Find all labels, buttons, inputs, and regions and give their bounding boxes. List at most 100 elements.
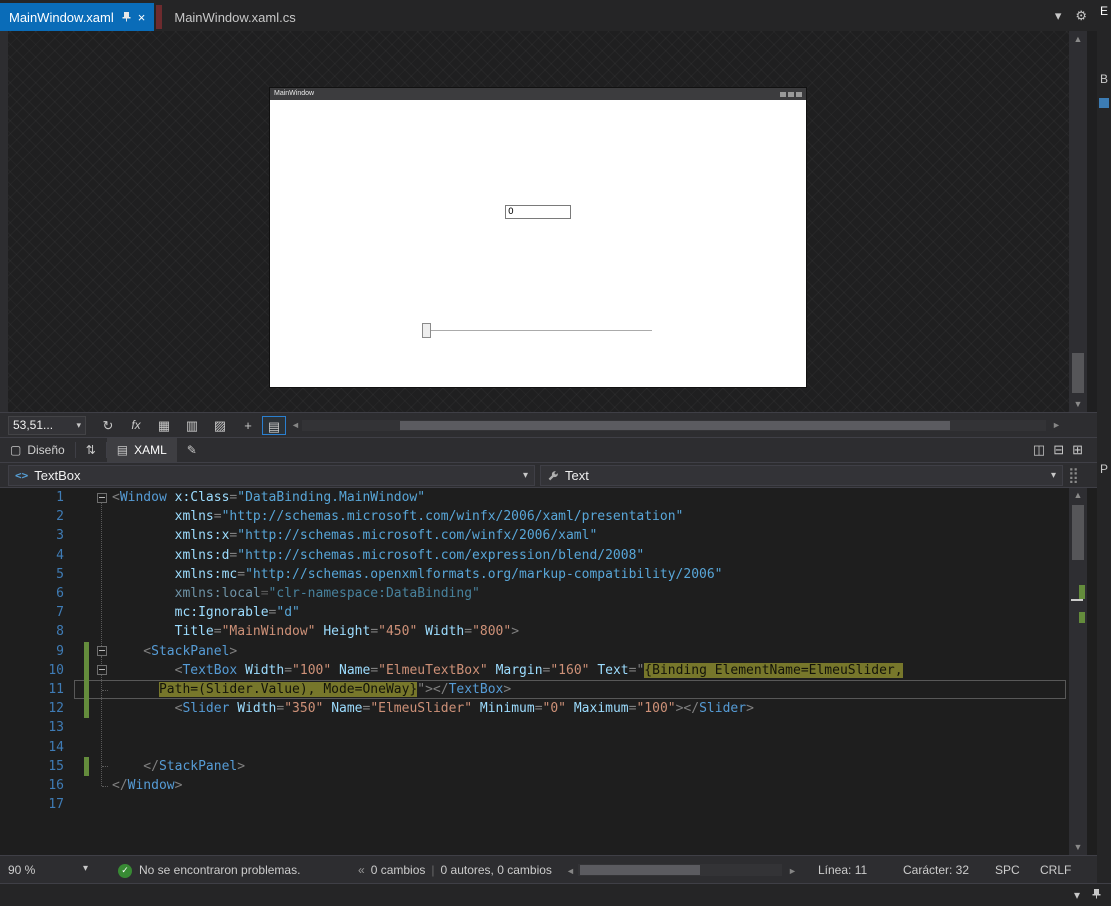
tab-accent-bar bbox=[156, 5, 162, 29]
fold-toggle[interactable] bbox=[97, 665, 107, 675]
line-number: 2 bbox=[0, 507, 64, 526]
designer-zoom-combo[interactable]: 53,51... ▾ bbox=[8, 416, 86, 435]
right-tab-icon[interactable] bbox=[1099, 98, 1109, 108]
tab-mainwindow-xaml-cs[interactable]: MainWindow.xaml.cs bbox=[165, 3, 304, 31]
line-number: 12 bbox=[0, 699, 64, 718]
popout-xaml-button[interactable]: ✎ bbox=[177, 438, 207, 463]
line-ending-status[interactable]: CRLF bbox=[1040, 863, 1071, 877]
code-line[interactable]: <Slider Width="350" Name="ElmeuSlider" M… bbox=[112, 699, 754, 718]
snap-grid-icon[interactable]: ▥ bbox=[180, 416, 204, 435]
element-dropdown[interactable]: <> TextBox ▾ bbox=[8, 465, 535, 486]
code-line[interactable]: xmlns:mc="http://schemas.openxmlformats.… bbox=[112, 565, 723, 584]
property-dropdown[interactable]: Text ▾ bbox=[540, 465, 1063, 486]
xaml-sync-toggle-icon[interactable]: ▤ bbox=[262, 416, 286, 435]
tab-list-dropdown-icon[interactable]: ▾ bbox=[1055, 8, 1062, 24]
authors-count: 0 autores, 0 cambios bbox=[441, 863, 552, 877]
spaces-mode-status[interactable]: SPC bbox=[995, 863, 1020, 877]
code-line[interactable]: xmlns="http://schemas.microsoft.com/winf… bbox=[112, 507, 683, 526]
chevron-down-icon[interactable]: ▾ bbox=[1074, 888, 1080, 902]
editor-vertical-scrollbar[interactable]: ▲ ▼ bbox=[1069, 488, 1087, 855]
tab-label: MainWindow.xaml bbox=[9, 10, 114, 25]
pin-icon[interactable] bbox=[122, 10, 131, 25]
scroll-up-icon[interactable]: ▲ bbox=[1069, 31, 1087, 47]
code-line[interactable]: </StackPanel> bbox=[112, 757, 245, 776]
expand-pane-icon[interactable]: ⊞ bbox=[1072, 442, 1083, 458]
editor-scroll-thumb[interactable] bbox=[1072, 505, 1084, 560]
wpf-window-preview[interactable]: MainWindow 0 bbox=[270, 88, 806, 387]
line-number: 10 bbox=[0, 661, 64, 680]
editor-horizontal-scrollbar[interactable] bbox=[578, 864, 782, 876]
vertical-split-icon[interactable]: ◫ bbox=[1033, 442, 1045, 458]
line-number: 14 bbox=[0, 738, 64, 757]
designer-hscroll-thumb[interactable] bbox=[400, 421, 950, 430]
scroll-down-icon[interactable]: ▼ bbox=[1069, 396, 1087, 412]
xaml-editor[interactable]: 1234567891011121314151617 <Window x:Clas… bbox=[0, 488, 1097, 855]
caret-line-status: Línea: 11 bbox=[818, 863, 867, 877]
effects-toggle-icon[interactable]: fx bbox=[124, 416, 148, 435]
swap-panes-button[interactable]: ⇅ bbox=[76, 438, 106, 463]
line-number: 15 bbox=[0, 757, 64, 776]
line-number: 11 bbox=[0, 680, 64, 699]
snapping-toggle-icon[interactable]: + bbox=[236, 416, 260, 435]
code-line[interactable]: <TextBox Width="100" Name="ElmeuTextBox"… bbox=[112, 661, 903, 680]
gear-icon[interactable]: ⚙ bbox=[1075, 8, 1087, 24]
designer-vertical-scrollbar[interactable]: ▲ ▼ bbox=[1069, 31, 1087, 412]
right-tab-letter-mid[interactable]: B bbox=[1100, 72, 1108, 86]
code-line[interactable]: Title="MainWindow" Height="450" Width="8… bbox=[112, 622, 519, 641]
scroll-right-icon[interactable]: ► bbox=[1052, 420, 1061, 430]
code-line[interactable]: <Window x:Class="DataBinding.MainWindow" bbox=[112, 488, 425, 507]
preview-window-buttons bbox=[780, 92, 802, 97]
designer-horizontal-scrollbar[interactable] bbox=[302, 420, 1046, 431]
scroll-right-icon[interactable]: ► bbox=[788, 866, 797, 876]
scroll-up-icon[interactable]: ▲ bbox=[1069, 488, 1087, 503]
auto-hide-pin-icon[interactable] bbox=[1092, 888, 1101, 902]
line-number: 13 bbox=[0, 718, 64, 737]
snap-lines-icon[interactable]: ▨ bbox=[208, 416, 232, 435]
source-control-status[interactable]: « 0 cambios | 0 autores, 0 cambios bbox=[358, 863, 552, 877]
code-line[interactable]: xmlns:local="clr-namespace:DataBinding" bbox=[112, 584, 480, 603]
code-line[interactable]: xmlns:d="http://schemas.microsoft.com/ex… bbox=[112, 546, 644, 565]
editor-zoom-combo[interactable]: 90 % ▾ bbox=[8, 863, 88, 877]
show-grid-icon[interactable]: ▦ bbox=[152, 416, 176, 435]
close-icon[interactable]: × bbox=[138, 11, 146, 24]
property-dropdown-value: Text bbox=[565, 468, 589, 483]
fold-toggle[interactable] bbox=[97, 646, 107, 656]
xml-element-icon: <> bbox=[15, 469, 28, 482]
horizontal-split-icon[interactable]: ⊟ bbox=[1053, 442, 1064, 458]
health-indicator[interactable]: ✓ bbox=[118, 862, 132, 878]
scroll-left-icon[interactable]: ◄ bbox=[291, 420, 300, 430]
tab-design[interactable]: ▢ Diseño bbox=[0, 438, 75, 463]
change-bar bbox=[84, 661, 89, 680]
tab-mainwindow-xaml[interactable]: MainWindow.xaml × bbox=[0, 3, 154, 31]
change-bar bbox=[84, 680, 89, 699]
preview-slider[interactable] bbox=[422, 320, 652, 340]
view-switch-bar: ▢ Diseño ⇅ ▤ XAML ✎ ◫ ⊟ ⊞ bbox=[0, 437, 1097, 462]
scroll-down-icon[interactable]: ▼ bbox=[1069, 840, 1087, 855]
code-line[interactable]: xmlns:x="http://schemas.microsoft.com/wi… bbox=[112, 526, 597, 545]
change-overview-mark bbox=[1079, 612, 1085, 623]
right-tab-letter-top[interactable]: E bbox=[1100, 4, 1108, 18]
code-line[interactable]: Path=(Slider.Value), Mode=OneWay}"></Tex… bbox=[112, 680, 511, 699]
editor-hscroll-thumb[interactable] bbox=[580, 865, 700, 875]
designer-surface[interactable]: MainWindow 0 ▲ ▼ bbox=[0, 31, 1097, 412]
code-line[interactable]: <StackPanel> bbox=[112, 642, 237, 661]
line-number: 1 bbox=[0, 488, 64, 507]
splitter-grip-icon[interactable]: ⣿ bbox=[1068, 466, 1079, 485]
refresh-designer-icon[interactable]: ↻ bbox=[96, 416, 120, 435]
tab-xaml[interactable]: ▤ XAML bbox=[107, 438, 177, 463]
preview-textbox[interactable]: 0 bbox=[505, 205, 571, 219]
designer-scroll-thumb[interactable] bbox=[1072, 353, 1084, 393]
line-number: 5 bbox=[0, 565, 64, 584]
wrench-icon bbox=[547, 470, 559, 482]
code-line[interactable]: </Window> bbox=[112, 776, 182, 795]
line-number: 8 bbox=[0, 622, 64, 641]
fold-guide-line bbox=[101, 675, 102, 689]
problems-status-text[interactable]: No se encontraron problemas. bbox=[139, 863, 300, 877]
fold-toggle[interactable] bbox=[97, 493, 107, 503]
scroll-left-icon[interactable]: ◄ bbox=[566, 866, 575, 876]
code-line[interactable]: mc:Ignorable="d" bbox=[112, 603, 300, 622]
design-tab-label: Diseño bbox=[27, 443, 64, 457]
slider-thumb-handle[interactable] bbox=[422, 323, 431, 338]
right-tab-letter-bottom[interactable]: P bbox=[1100, 462, 1108, 476]
chevron-down-icon: ▾ bbox=[76, 417, 81, 434]
